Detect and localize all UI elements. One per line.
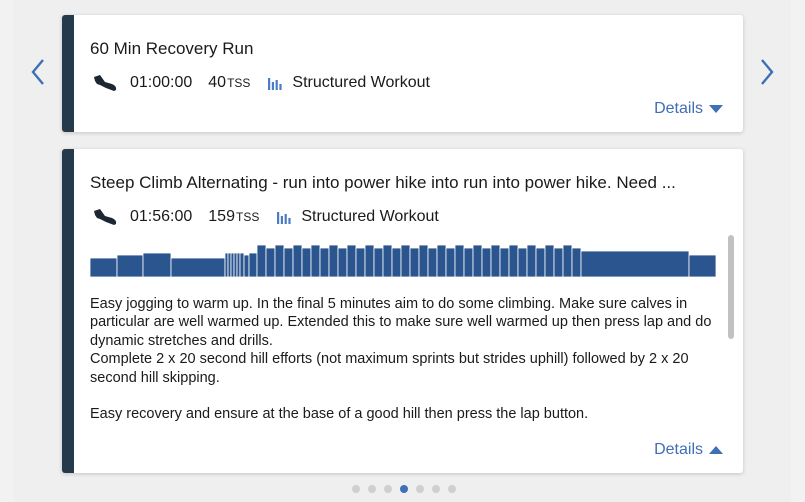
next-button[interactable] bbox=[754, 54, 780, 90]
workout-card[interactable]: 60 Min Recovery Run 01:00:00 40 TSS Stru… bbox=[62, 15, 743, 132]
run-shoe-icon bbox=[94, 209, 117, 225]
page-dot[interactable] bbox=[448, 485, 456, 493]
page-dot-active[interactable] bbox=[400, 485, 408, 493]
chevron-left-icon bbox=[31, 59, 44, 85]
prev-button[interactable] bbox=[25, 54, 51, 90]
page-dot[interactable] bbox=[368, 485, 376, 493]
tss-value: 40 bbox=[208, 74, 227, 91]
tss-unit: TSS bbox=[227, 76, 251, 90]
workout-title: 60 Min Recovery Run bbox=[90, 39, 254, 58]
workout-structure-graph bbox=[90, 245, 716, 277]
bar-chart-icon bbox=[277, 212, 291, 224]
details-label: Details bbox=[654, 441, 703, 458]
tss-value: 159 bbox=[208, 208, 235, 225]
workout-type: Structured Workout bbox=[292, 74, 430, 91]
details-label: Details bbox=[654, 100, 703, 117]
page-dot[interactable] bbox=[432, 485, 440, 493]
page-dot[interactable] bbox=[352, 485, 360, 493]
description-paragraph: Easy jogging to warm up. In the final 5 … bbox=[90, 296, 712, 349]
description-spacer bbox=[90, 387, 716, 405]
workout-duration: 01:00:00 bbox=[130, 74, 193, 91]
description-scrollbar[interactable] bbox=[726, 231, 736, 427]
chevron-right-icon bbox=[761, 59, 774, 85]
details-toggle[interactable]: Details bbox=[654, 441, 723, 459]
caret-down-icon bbox=[709, 105, 723, 113]
page-dot[interactable] bbox=[416, 485, 424, 493]
workout-description: Easy jogging to warm up. In the final 5 … bbox=[90, 295, 716, 425]
scrollbar-thumb[interactable] bbox=[728, 235, 734, 339]
workout-title: Steep Climb Alternating - run into power… bbox=[90, 173, 676, 192]
description-paragraph: Complete 2 x 20 second hill efforts (not… bbox=[90, 351, 689, 386]
workout-type: Structured Workout bbox=[301, 208, 439, 225]
workout-card[interactable]: Steep Climb Alternating - run into power… bbox=[62, 149, 743, 473]
bar-chart-icon bbox=[268, 78, 283, 90]
caret-up-icon bbox=[709, 446, 723, 454]
details-toggle[interactable]: Details bbox=[654, 100, 723, 118]
page-dot[interactable] bbox=[384, 485, 392, 493]
workout-duration: 01:56:00 bbox=[130, 208, 193, 225]
pagination-dots bbox=[352, 485, 456, 493]
workout-meta: 01:00:00 40 TSS Structured Workout bbox=[92, 73, 430, 93]
run-shoe-icon bbox=[94, 75, 117, 91]
workout-meta: 01:56:00 159 TSS Structured Workout bbox=[92, 207, 439, 227]
tss-unit: TSS bbox=[235, 210, 260, 224]
description-paragraph: Easy recovery and ensure at the base of … bbox=[90, 406, 589, 423]
